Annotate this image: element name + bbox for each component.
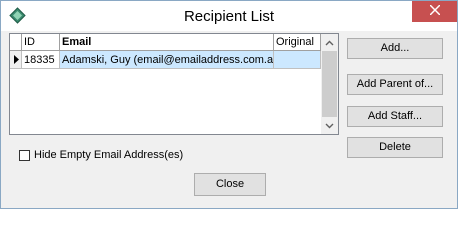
dialog-body: ID Email Original 18335 Adamski, Guy (em… [9,31,451,201]
cell-original[interactable] [274,51,321,69]
grid-header: ID Email Original [10,34,321,51]
recipient-list-window: Recipient List ID Email Original 18335 A… [0,0,458,209]
vertical-scrollbar[interactable] [321,34,338,134]
scroll-thumb[interactable] [322,51,337,117]
add-button[interactable]: Add... [347,38,443,59]
scroll-up-button[interactable] [321,34,338,51]
current-row-indicator [10,51,22,69]
row-indicator-header [10,34,22,50]
scroll-down-button[interactable] [321,117,338,134]
close-button[interactable]: Close [194,173,266,196]
window-close-button[interactable] [412,1,457,22]
window-title: Recipient List [183,8,275,25]
title-bar: Recipient List [1,1,457,31]
table-row[interactable]: 18335 Adamski, Guy (email@emailaddress.c… [10,51,321,69]
chevron-down-icon [325,120,334,132]
column-header-original[interactable]: Original [274,34,321,50]
add-parent-button[interactable]: Add Parent of... [347,74,443,95]
column-header-email[interactable]: Email [60,34,274,50]
hide-empty-label[interactable]: Hide Empty Email Address(es) [34,149,183,161]
chevron-up-icon [325,37,334,49]
column-header-id[interactable]: ID [22,34,60,50]
recipient-grid[interactable]: ID Email Original 18335 Adamski, Guy (em… [9,33,339,135]
hide-empty-checkbox[interactable] [19,149,30,161]
delete-button[interactable]: Delete [347,137,443,158]
cell-id[interactable]: 18335 [22,51,60,69]
close-x-icon [428,4,441,18]
hide-empty-option[interactable]: Hide Empty Email Address(es) [19,147,183,163]
add-staff-button[interactable]: Add Staff... [347,106,443,127]
cell-email[interactable]: Adamski, Guy (email@emailaddress.com.au) [60,51,274,69]
